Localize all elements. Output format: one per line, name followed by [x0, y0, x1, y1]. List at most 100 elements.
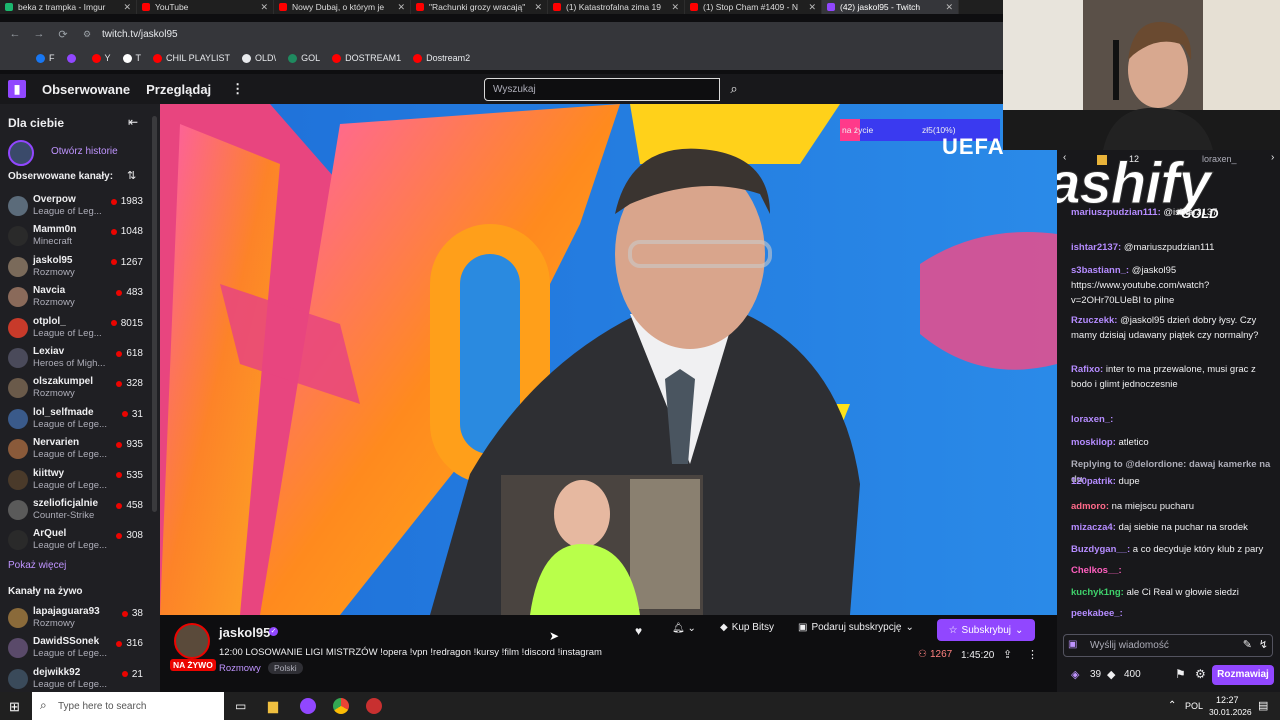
- bookmark-item[interactable]: T: [122, 53, 141, 63]
- browser-tab[interactable]: (1) Stop Cham #1409 - N ✕: [685, 0, 822, 14]
- clock-time[interactable]: 12:27: [1216, 695, 1239, 705]
- browser-tab[interactable]: YouTube ✕: [137, 0, 274, 14]
- chat-username[interactable]: loraxen_:: [1071, 414, 1113, 425]
- close-tab-icon[interactable]: ✕: [123, 2, 131, 13]
- app-icon-1[interactable]: [300, 698, 316, 714]
- chat-username[interactable]: Rafixo:: [1071, 364, 1103, 375]
- channel-name[interactable]: jaskol95: [219, 625, 270, 640]
- collapse-sidebar-icon[interactable]: ⇤: [128, 115, 138, 129]
- channel-avatar[interactable]: [174, 623, 210, 659]
- gift-emote-icon[interactable]: ✎: [1243, 638, 1252, 651]
- sidebar-channel-item[interactable]: jaskol95 Rozmowy 1267: [8, 253, 153, 283]
- buy-bits-button[interactable]: ◆ Kup Bitsy: [720, 622, 774, 633]
- bookmark-item[interactable]: OLD\: [242, 53, 276, 63]
- chat-username[interactable]: Chelkos__:: [1071, 565, 1122, 576]
- bookmark-item[interactable]: CHIL PLAYLIST: [153, 53, 230, 63]
- chat-send-button[interactable]: Rozmawiaj: [1212, 665, 1274, 685]
- sidebar-channel-item[interactable]: Navcia Rozmowy 483: [8, 283, 153, 313]
- chat-next-icon[interactable]: ›: [1271, 152, 1274, 163]
- chrome-icon[interactable]: [333, 698, 349, 714]
- sidebar-channel-item[interactable]: Overpow League of Leg... 1983: [8, 192, 153, 222]
- chat-username[interactable]: s3bastiann_:: [1071, 265, 1129, 276]
- sidebar-channel-item[interactable]: Nervarien League of Lege... 935: [8, 435, 153, 465]
- more-options-icon[interactable]: ⋮: [231, 81, 244, 97]
- chat-username[interactable]: ishtar2137:: [1071, 242, 1121, 253]
- channel-points-icon[interactable]: ◈: [1071, 668, 1079, 681]
- bookmark-item[interactable]: GOL: [288, 53, 320, 63]
- sidebar-channel-item[interactable]: Mamm0n Minecraft 1048: [8, 222, 153, 252]
- nav-browse[interactable]: Przeglądaj: [146, 82, 211, 97]
- more-actions-icon[interactable]: ⋮: [1027, 648, 1038, 661]
- bookmark-item[interactable]: Y: [91, 53, 111, 63]
- video-player[interactable]: na życie zł5(10%) UEFA: [160, 104, 1057, 615]
- chat-username[interactable]: mariuszpudzian111:: [1071, 207, 1161, 218]
- sidebar-channel-item[interactable]: DawidSSonek League of Lege... 316: [8, 634, 153, 664]
- close-tab-icon[interactable]: ✕: [808, 2, 816, 13]
- search-input[interactable]: Wyszukaj: [484, 78, 720, 101]
- show-more-link[interactable]: Pokaż więcej: [8, 560, 66, 571]
- sidebar-channel-item[interactable]: szelioficjalnie Counter-Strike 458: [8, 496, 153, 526]
- search-icon[interactable]: ⌕: [722, 78, 746, 101]
- sidebar-channel-item[interactable]: ArQuel League of Lege... 308: [8, 526, 153, 556]
- ticket-icon[interactable]: ⚑: [1175, 667, 1186, 681]
- close-tab-icon[interactable]: ✕: [534, 2, 542, 13]
- app-icon-2[interactable]: [366, 698, 382, 714]
- browser-tab[interactable]: Nowy Dubaj, o którym je ✕: [274, 0, 411, 14]
- windows-start-icon[interactable]: ⊞: [9, 699, 20, 715]
- browser-tab[interactable]: (42) jaskol95 - Twitch ✕: [822, 0, 959, 14]
- clock-date[interactable]: 30.01.2026: [1209, 707, 1252, 717]
- sidebar-channel-item[interactable]: otplol_ League of Leg... 8015: [8, 314, 153, 344]
- sidebar-channel-item[interactable]: lapajaguara93 Rozmowy 38: [8, 604, 153, 634]
- command-icon[interactable]: ↯: [1259, 638, 1268, 651]
- bookmark-item[interactable]: DOSTREAM1: [332, 53, 401, 63]
- task-view-icon[interactable]: ▭: [235, 699, 246, 713]
- category-link[interactable]: Rozmowy: [219, 663, 261, 674]
- close-tab-icon[interactable]: ✕: [671, 2, 679, 13]
- sidebar-channel-item[interactable]: kiittwy League of Lege... 535: [8, 466, 153, 496]
- sort-icon[interactable]: ⇅: [127, 169, 136, 182]
- chat-username[interactable]: admoro:: [1071, 501, 1109, 512]
- subscribe-button[interactable]: ☆ Subskrybuj ⌄: [937, 619, 1035, 641]
- chat-username[interactable]: moskilop:: [1071, 437, 1116, 448]
- chat-settings-icon[interactable]: ⚙: [1195, 667, 1206, 681]
- bookmark-item[interactable]: [66, 53, 80, 63]
- chat-username[interactable]: Rzuczekk:: [1071, 315, 1117, 326]
- bookmark-item[interactable]: Dostream2: [413, 53, 470, 63]
- chat-username[interactable]: kuchyk1ng:: [1071, 587, 1124, 598]
- notifications-icon[interactable]: ▤: [1258, 699, 1268, 712]
- close-tab-icon[interactable]: ✕: [260, 2, 268, 13]
- taskbar-search[interactable]: ⌕ Type here to search: [32, 692, 224, 720]
- tray-expand-icon[interactable]: ⌃: [1168, 700, 1176, 711]
- share-icon[interactable]: ⇪: [1003, 648, 1012, 661]
- forward-icon[interactable]: →: [30, 28, 48, 40]
- gift-sub-button[interactable]: ▣ Podaruj subskrypcję ⌄: [798, 622, 914, 633]
- chat-username[interactable]: mizacza4:: [1071, 522, 1116, 533]
- url-field[interactable]: twitch.tv/jaskol95: [102, 29, 178, 40]
- chat-username[interactable]: 120patrik:: [1071, 476, 1116, 487]
- notifications-bell-icon[interactable]: 🔔︎ ⌄: [672, 623, 702, 641]
- browser-tab[interactable]: (1) Katastrofalna zima 19 ✕: [548, 0, 685, 14]
- sidebar-channel-item[interactable]: olszakumpel Rozmowy 328: [8, 374, 153, 404]
- close-tab-icon[interactable]: ✕: [397, 2, 405, 13]
- bookmark-item[interactable]: F: [36, 53, 55, 63]
- follow-heart-icon[interactable]: ♥: [635, 624, 642, 638]
- chat-input[interactable]: ▣ Wyślij wiadomość ✎ ↯: [1063, 634, 1273, 657]
- back-icon[interactable]: ←: [6, 28, 24, 40]
- file-explorer-icon[interactable]: ▆: [268, 698, 278, 714]
- chat-username[interactable]: Buzdygan__:: [1071, 544, 1130, 555]
- nav-following[interactable]: Obserwowane: [42, 82, 130, 97]
- sidebar-channel-item[interactable]: dejwikk92 League of Lege... 21: [8, 665, 153, 692]
- sidebar-channel-item[interactable]: Lexiav Heroes of Migh... 618: [8, 344, 153, 374]
- language-indicator[interactable]: POL: [1185, 701, 1203, 711]
- close-tab-icon[interactable]: ✕: [945, 2, 953, 13]
- sidebar-scrollbar[interactable]: [152, 116, 157, 512]
- history-avatar[interactable]: [8, 140, 34, 166]
- twitch-logo-icon[interactable]: ▮: [8, 80, 26, 98]
- chat-username[interactable]: peekabee_:: [1071, 608, 1123, 619]
- browser-tab[interactable]: "Rachunki grozy wracają" ✕: [411, 0, 548, 14]
- sidebar-channel-item[interactable]: lol_selfmade League of Lege... 31: [8, 405, 153, 435]
- emote-picker-icon[interactable]: ▣: [1068, 639, 1077, 650]
- open-history-link[interactable]: Otwórz historie: [51, 146, 118, 157]
- tag-polski[interactable]: Polski: [268, 662, 303, 674]
- browser-tab[interactable]: beka z trampka - Imgur ✕: [0, 0, 137, 14]
